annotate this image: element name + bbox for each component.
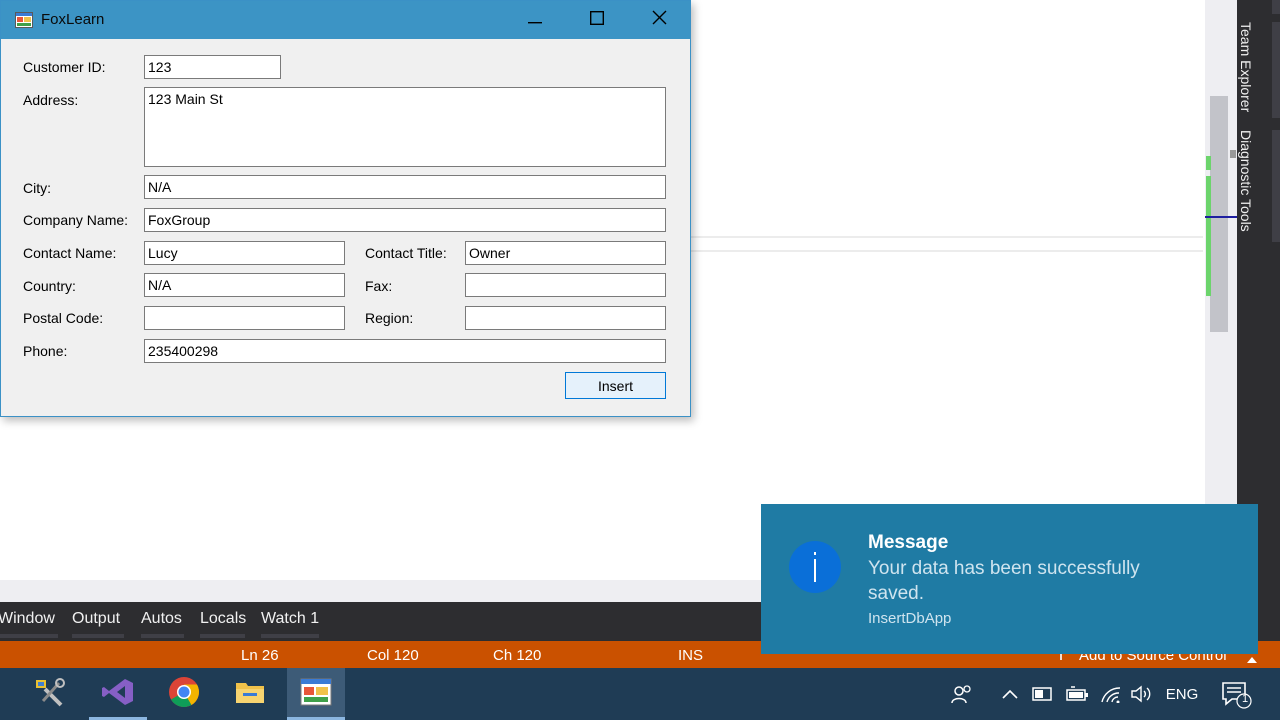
windows-taskbar: ENG 1 [0, 668, 1280, 720]
country-input[interactable]: N/A [144, 273, 345, 297]
contact-title-input[interactable]: Owner [465, 241, 666, 265]
show-hidden-icons-chevron-up-icon[interactable] [998, 668, 1022, 720]
foxlearn-window: FoxLearn Customer ID: 123 Address: 123 M… [0, 0, 691, 417]
address-label: Address: [23, 92, 79, 108]
info-icon [789, 541, 841, 593]
app-icon [15, 12, 33, 28]
status-column: Col 120 [367, 647, 419, 664]
toast-message: Your data has been successfully saved. [868, 558, 1140, 604]
fax-label: Fax: [365, 278, 393, 294]
contact-name-input[interactable]: Lucy [144, 241, 345, 265]
phone-label: Phone: [23, 343, 68, 359]
tab-underline [200, 634, 245, 638]
window-title: FoxLearn [41, 11, 105, 28]
fax-input[interactable] [465, 273, 666, 297]
tab-underline [141, 634, 184, 638]
customer-id-input[interactable]: 123 [144, 55, 281, 79]
close-button[interactable] [628, 1, 690, 39]
tab-output[interactable]: Output [72, 610, 120, 628]
maximize-icon [589, 10, 605, 30]
vtab-indicator [1272, 22, 1280, 118]
volume-icon[interactable] [1128, 668, 1154, 720]
vtab-diagnostic-tools[interactable]: Diagnostic Tools [1238, 130, 1254, 232]
language-indicator[interactable]: ENG [1160, 668, 1204, 720]
people-icon[interactable] [948, 668, 976, 720]
close-icon [652, 10, 667, 30]
status-line: Ln 26 [241, 647, 279, 664]
tab-watch-1[interactable]: Watch 1 [261, 610, 319, 628]
maximize-button[interactable] [566, 1, 628, 39]
display-icon[interactable] [1030, 668, 1054, 720]
current-line-highlight [690, 236, 1203, 252]
taskbar-visual-studio[interactable] [89, 668, 147, 720]
tools-icon [33, 677, 67, 712]
taskbar-chrome[interactable] [155, 668, 213, 720]
winforms-app-icon [300, 678, 332, 711]
taskbar-tools-app[interactable] [21, 668, 79, 720]
phone-input[interactable]: 235400298 [144, 339, 666, 363]
title-bar[interactable]: FoxLearn [1, 1, 690, 39]
toast-title: Message [868, 532, 949, 553]
postal-code-label: Postal Code: [23, 310, 104, 326]
minimize-icon [528, 11, 542, 29]
status-insert-mode: INS [678, 647, 704, 664]
vtab-indicator [1272, 0, 1280, 14]
city-input[interactable]: N/A [144, 175, 666, 199]
vtab-team-explorer[interactable]: Team Explorer [1238, 22, 1254, 112]
region-input[interactable] [465, 306, 666, 330]
postal-code-input[interactable] [144, 306, 345, 330]
scroll-tick [1230, 150, 1236, 158]
tab-underline [72, 634, 124, 638]
tab-underline [0, 634, 58, 638]
tab-autos[interactable]: Autos [141, 610, 182, 628]
contact-title-label: Contact Title: [365, 245, 447, 261]
region-label: Region: [365, 310, 414, 326]
toast-notification[interactable]: Message Your data has been successfully … [761, 504, 1258, 654]
scrollbar-thumb[interactable] [1210, 96, 1228, 332]
address-input[interactable]: 123 Main St [144, 87, 666, 167]
insert-button[interactable]: Insert [565, 372, 666, 399]
contact-name-label: Contact Name: [23, 245, 117, 261]
wifi-icon[interactable] [1098, 668, 1124, 720]
chrome-icon [168, 676, 200, 713]
vtab-indicator [1272, 130, 1280, 242]
action-center-icon[interactable]: 1 [1216, 668, 1256, 720]
tab-window[interactable]: Window [0, 610, 55, 628]
customer-id-label: Customer ID: [23, 59, 106, 75]
change-marker [1206, 176, 1211, 296]
folder-icon [234, 678, 266, 711]
company-name-input[interactable]: FoxGroup [144, 208, 666, 232]
tab-locals[interactable]: Locals [200, 610, 246, 628]
country-label: Country: [23, 278, 76, 294]
city-label: City: [23, 180, 51, 196]
status-char: Ch 120 [493, 647, 542, 664]
visual-studio-icon [101, 677, 135, 712]
battery-icon[interactable] [1064, 668, 1090, 720]
taskbar-foxlearn-app[interactable] [287, 668, 345, 720]
tab-underline [261, 634, 319, 638]
toast-source: InsertDbApp [868, 610, 952, 627]
change-marker [1206, 156, 1211, 170]
caret-marker [1205, 216, 1237, 218]
notification-count: 1 [1242, 693, 1249, 705]
minimize-button[interactable] [504, 1, 566, 39]
taskbar-file-explorer[interactable] [221, 668, 279, 720]
company-name-label: Company Name: [23, 212, 129, 228]
